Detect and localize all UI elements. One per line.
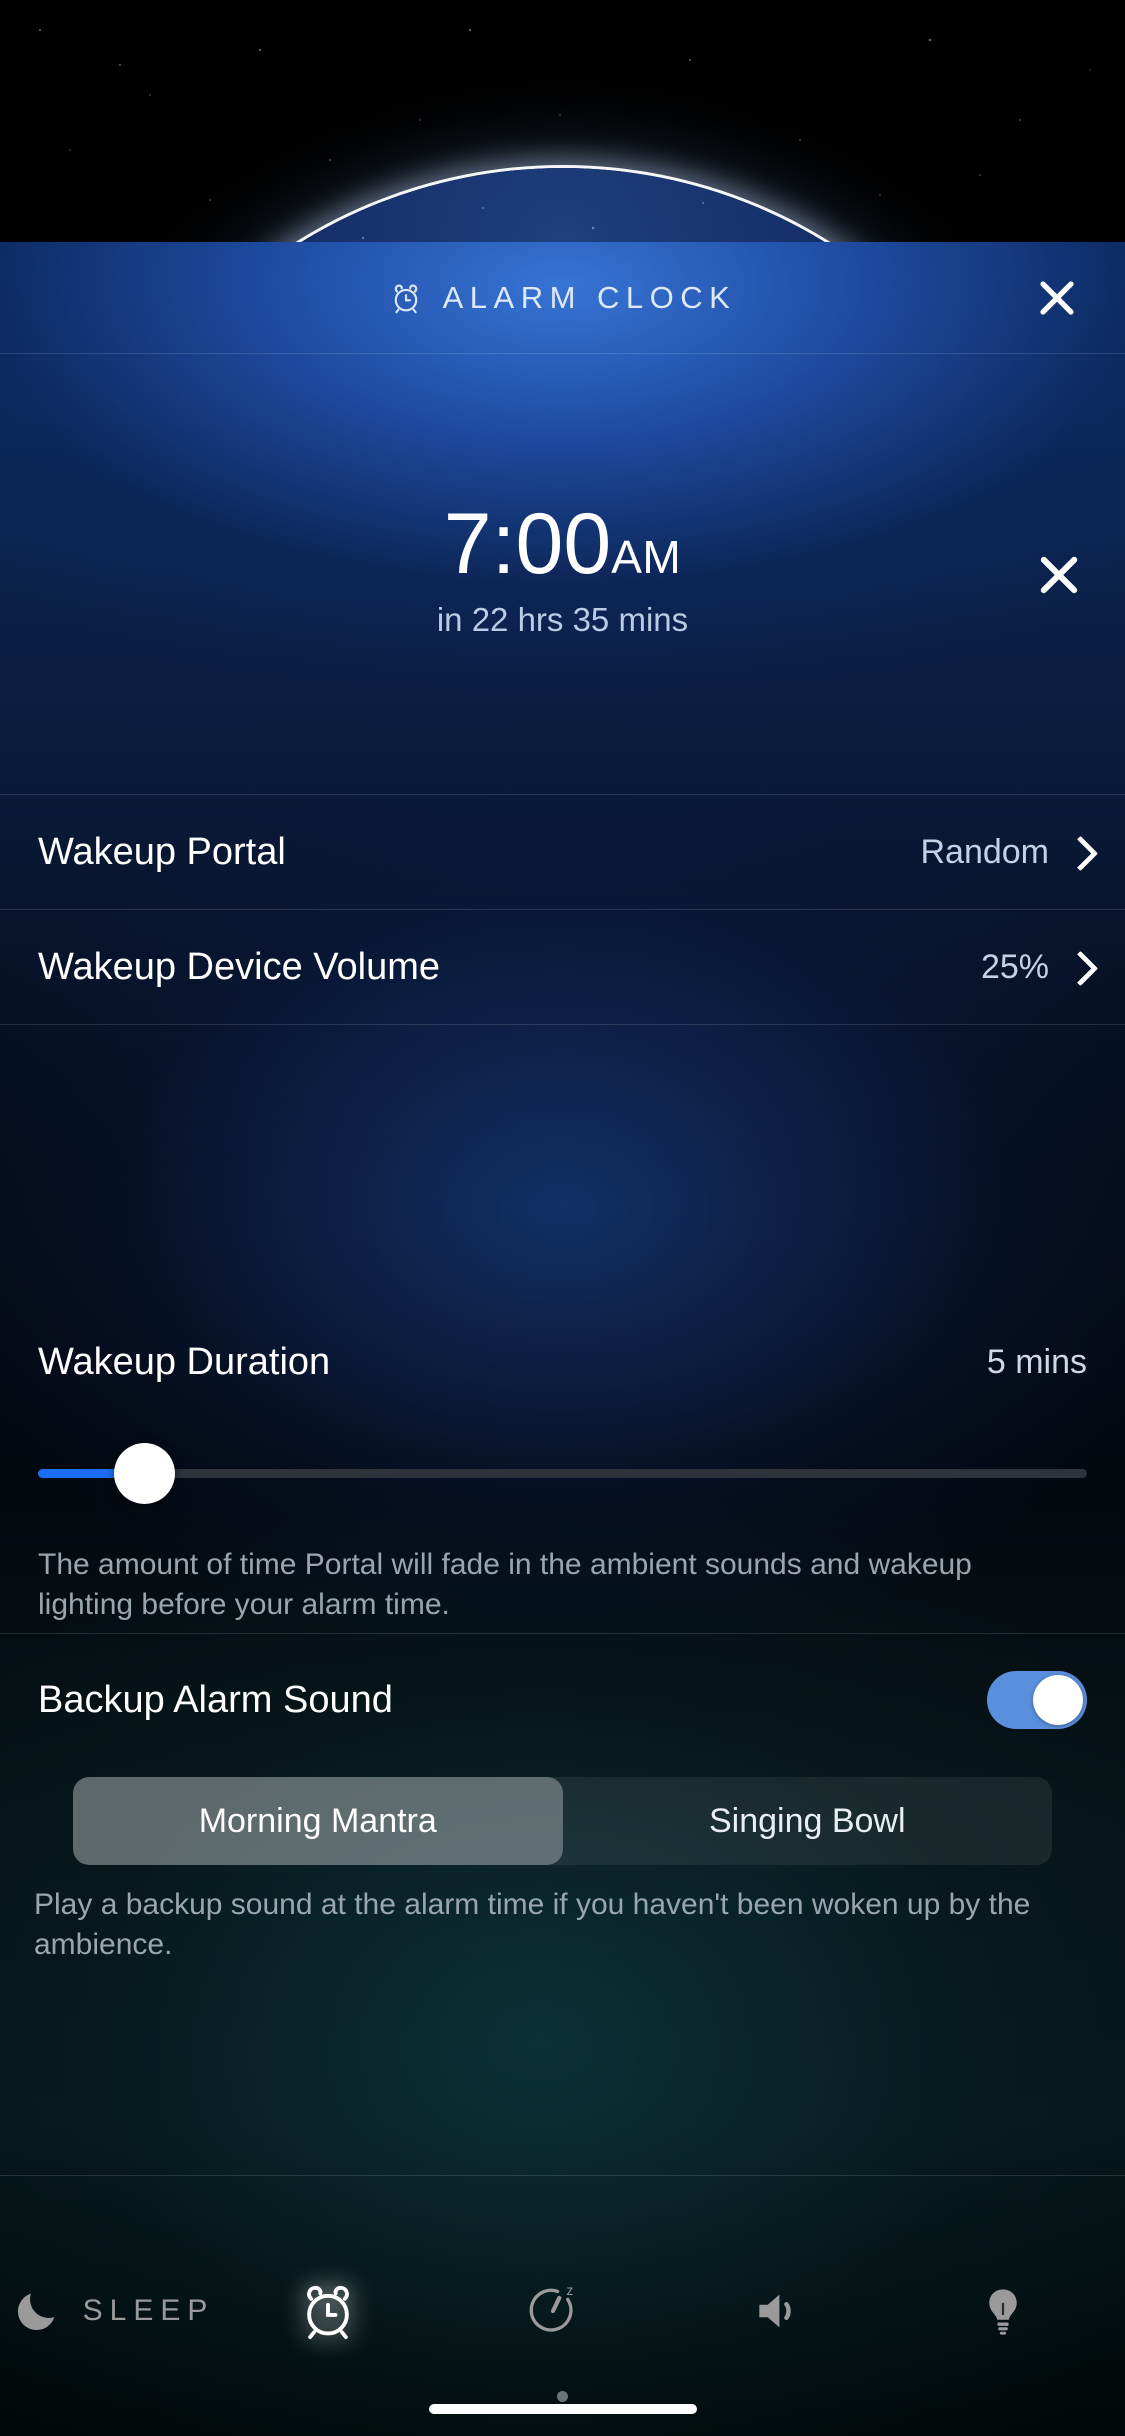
close-panel-button[interactable] [1025,266,1089,330]
section-backup-alarm-sound: Backup Alarm Sound Morning Mantra Singin… [0,1634,1125,1879]
alarm-time-display: 7:00 AM [443,496,682,593]
wakeup-duration-value: 5 mins [986,1343,1087,1381]
toggle-knob [1033,1675,1083,1725]
row-wakeup-device-volume-value: 25% [980,947,1049,986]
tab-sleep-timer[interactable]: z [450,2241,675,2381]
chevron-right-icon [1067,950,1087,984]
backup-alarm-label: Backup Alarm Sound [38,1678,393,1721]
alarm-countdown: in 22 hrs 35 mins [436,600,689,638]
alarm-clock-icon [389,281,423,315]
slider-thumb[interactable] [114,1443,176,1504]
row-wakeup-portal[interactable]: Wakeup Portal Random [0,795,1125,909]
tab-list: SLEEP z [0,2241,1125,2381]
bottom-tab-bar: SLEEP z [0,2241,1125,2436]
segment-morning-mantra[interactable]: Morning Mantra [73,1777,563,1865]
tab-sleep-label: SLEEP [82,2294,215,2327]
alarm-time-group: 7:00 AM in 22 hrs 35 mins [0,355,1125,795]
row-wakeup-device-volume-label: Wakeup Device Volume [38,945,441,988]
backup-alarm-header: Backup Alarm Sound [38,1634,1087,1766]
panel-title-group: ALARM CLOCK [0,242,1125,354]
moon-icon [11,2285,63,2337]
panel-header: ALARM CLOCK [0,242,1125,354]
page-indicator-dot [557,2391,568,2402]
alarm-time-meridiem: AM [611,531,682,584]
home-indicator[interactable] [428,2404,697,2414]
row-wakeup-portal-label: Wakeup Portal [38,830,286,873]
app-screen: ALARM CLOCK 7:00 AM in 22 hrs 35 mins Wa… [0,0,1125,2436]
backup-alarm-toggle[interactable] [987,1671,1087,1729]
sleep-timer-icon: z [524,2282,582,2340]
header-divider [0,353,1125,354]
alarm-panel: ALARM CLOCK 7:00 AM in 22 hrs 35 mins Wa… [0,242,1125,2436]
tab-volume[interactable] [675,2241,900,2381]
tab-light[interactable] [900,2241,1125,2381]
chevron-right-icon [1067,835,1087,869]
tab-alarm[interactable] [225,2241,450,2381]
lightbulb-icon [976,2284,1030,2338]
wakeup-duration-label: Wakeup Duration [38,1341,331,1383]
tab-sleep[interactable]: SLEEP [0,2241,225,2381]
row-divider-4 [0,2175,1125,2176]
svg-text:z: z [566,2283,573,2298]
backup-sound-segmented-control[interactable]: Morning Mantra Singing Bowl [73,1777,1052,1865]
segment-singing-bowl[interactable]: Singing Bowl [563,1777,1053,1865]
alarm-clock-icon [297,2280,359,2342]
alarm-time-block[interactable]: 7:00 AM in 22 hrs 35 mins [0,355,1125,795]
row-wakeup-portal-value: Random [920,832,1049,871]
row-divider-2 [0,1024,1125,1025]
wakeup-duration-header: Wakeup Duration 5 mins [38,1341,1087,1384]
delete-alarm-button[interactable] [1027,543,1091,607]
slider-track [38,1469,1087,1478]
space-background [0,0,1125,242]
row-wakeup-device-volume[interactable]: Wakeup Device Volume 25% [0,910,1125,1024]
wakeup-duration-slider[interactable] [38,1443,1087,1504]
page-title: ALARM CLOCK [442,280,737,315]
speaker-icon [750,2283,806,2339]
backup-alarm-note: Play a backup sound at the alarm time if… [34,1888,1031,1961]
wakeup-duration-note: The amount of time Portal will fade in t… [38,1548,972,1621]
section-wakeup-duration: Wakeup Duration 5 mins [0,1309,1125,1522]
alarm-time-value: 7:00 [443,496,612,593]
